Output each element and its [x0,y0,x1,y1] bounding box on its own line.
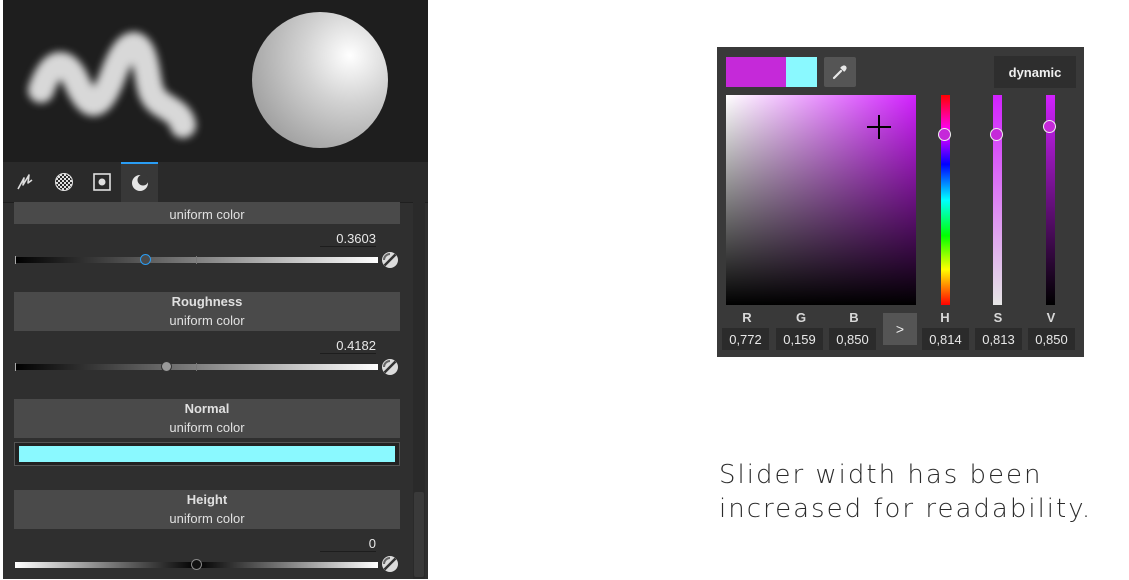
previous-color-swatch[interactable] [786,57,817,87]
property-header[interactable]: uniform color [14,202,400,224]
color-mode-button[interactable]: dynamic [994,56,1076,88]
eyedropper-button[interactable] [824,57,856,87]
slider-knob[interactable] [191,559,202,570]
scrollbar-thumb[interactable] [414,492,424,577]
convert-arrow-button[interactable]: > [883,313,917,345]
green-label: G [795,310,807,325]
property-value[interactable]: 0.4182 [336,338,376,353]
saturation-label: S [993,310,1003,325]
tab-brush[interactable] [6,162,43,202]
eyedropper-icon [832,65,847,80]
hue-label: H [940,310,950,325]
property-subtitle: uniform color [169,511,245,526]
hue-field[interactable]: 0,814 [922,328,969,350]
current-color-swatch [726,57,786,87]
property-subtitle: uniform color [169,313,245,328]
stroke-preview [28,32,196,138]
property-subtitle: uniform color [169,207,245,222]
color-picker: dynamic R G B 0,772 0,159 0,850 > H S V … [717,47,1084,357]
normal-color-field[interactable] [14,442,400,466]
property-subtitle: uniform color [169,420,245,435]
caption-line-2: increased for readability. [719,494,1093,524]
property-value[interactable]: 0.3603 [336,231,376,246]
saturation-field[interactable]: 0,813 [975,328,1022,350]
property-title: Roughness [171,294,243,309]
red-label: R [742,310,752,325]
value-slider-knob[interactable] [1043,120,1056,133]
brush-properties-panel: uniform color 0.3603 Roughness uniform c… [3,0,428,579]
value-slider[interactable] [1043,95,1056,305]
brush-stroke-icon [16,174,32,190]
hue-slider-knob[interactable] [938,127,951,141]
caption-line-1: Slider width has been [719,460,1043,490]
panel-tabbar [3,162,428,203]
reset-value-icon[interactable] [381,555,399,573]
checker-material-icon [54,173,73,191]
value-label: V [1046,310,1056,325]
saturation-slider-knob[interactable] [990,127,1003,141]
property-title: Height [186,492,228,507]
reset-value-icon[interactable] [381,358,399,376]
stencil-mask-icon [92,173,111,191]
material-sphere-preview [252,12,388,148]
tab-stencil[interactable] [83,162,120,202]
normal-color-swatch [19,446,395,462]
saturation-value-area[interactable] [726,95,916,305]
reset-value-icon[interactable] [381,251,399,269]
caption-note: Slider width has been increased for read… [719,458,1092,526]
roughness-slider-track[interactable] [15,363,378,371]
property-value[interactable]: 0 [369,536,376,551]
blue-field[interactable]: 0,850 [829,328,876,350]
blue-label: B [849,310,859,325]
property-list: uniform color 0.3603 Roughness uniform c… [3,202,411,579]
property-header-roughness[interactable]: Roughness uniform color [14,292,400,331]
saturation-slider[interactable] [990,95,1003,305]
property-title: Normal [184,401,230,416]
green-field[interactable]: 0,159 [776,328,823,350]
sphere-material-icon [131,174,148,191]
tab-sphere-material[interactable] [121,162,158,202]
property-header-height[interactable]: Height uniform color [14,490,400,529]
panel-scrollbar[interactable] [413,202,425,579]
property-header-normal[interactable]: Normal uniform color [14,399,400,438]
hue-slider[interactable] [938,95,951,305]
preview-area [3,0,428,162]
tab-material[interactable] [45,162,82,202]
red-field[interactable]: 0,772 [722,328,769,350]
crosshair-cursor-icon [867,115,891,139]
value-field-underline [320,535,376,552]
value-slider-track[interactable] [15,256,378,264]
value-field[interactable]: 0,850 [1028,328,1075,350]
